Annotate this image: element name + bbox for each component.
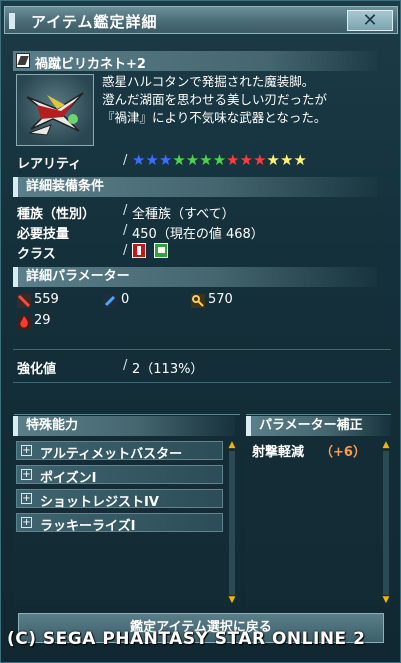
ability-item[interactable]: + ラッキーライズI bbox=[16, 513, 223, 534]
rarity-star-icon: ★ bbox=[239, 151, 254, 169]
hunter-class-icon bbox=[132, 243, 146, 258]
required-skill-value: 450（現在の値 468） bbox=[132, 227, 264, 242]
rarity-star-icon: ★ bbox=[266, 151, 280, 169]
description-line: 澄んだ湖面を思わせる美しい刃だったが bbox=[102, 92, 328, 107]
expand-icon: + bbox=[21, 517, 32, 528]
rarity-star-icon: ★ bbox=[172, 151, 186, 169]
requirements-section-title: 詳細装備条件 bbox=[13, 177, 377, 197]
melee-attack-icon bbox=[17, 293, 31, 308]
bonus-section-title: パラメーター補正 bbox=[246, 416, 391, 436]
description-line: 惑星ハルコタンで発掘された魔装脚。 bbox=[102, 74, 315, 89]
item-name: 禍蹴ビリカネト+2 bbox=[35, 57, 146, 72]
ranger-class-icon bbox=[154, 243, 168, 258]
abilities-scrollbar[interactable] bbox=[229, 451, 235, 595]
class-label: クラス bbox=[17, 247, 56, 262]
separator: / bbox=[123, 223, 128, 238]
melee-attack-value: 559 bbox=[34, 292, 59, 307]
ranged-attack-icon bbox=[103, 293, 117, 308]
title-bar: アイテム鑑定詳細 ✕ bbox=[4, 6, 398, 34]
rarity-label: レアリティ bbox=[17, 157, 82, 172]
ranged-attack-value: 0 bbox=[121, 292, 130, 307]
rarity-star-icon: ★ bbox=[132, 151, 146, 169]
description-line: 『禍津』により不気味な武器となった。 bbox=[102, 110, 327, 125]
abilities-section-title: 特殊能力 bbox=[13, 416, 235, 436]
expand-icon: + bbox=[21, 445, 32, 456]
scroll-up-arrow-icon[interactable]: ▲ bbox=[227, 441, 237, 450]
race-label: 種族（性別） bbox=[17, 207, 96, 222]
rarity-star-icon: ★ bbox=[158, 151, 173, 169]
ability-item[interactable]: + ショットレジストIV bbox=[16, 489, 223, 510]
ability-name: ポイズンI bbox=[40, 471, 97, 486]
grind-label: 強化値 bbox=[17, 362, 57, 377]
weapon-type-icon bbox=[16, 53, 30, 68]
separator: / bbox=[123, 358, 128, 373]
scroll-down-arrow-icon[interactable]: ▼ bbox=[381, 596, 391, 605]
expand-icon: + bbox=[21, 493, 32, 504]
item-appraisal-window: アイテム鑑定詳細 ✕ 禍蹴ビリカネト+2 惑星ハルコタンで発掘された魔装脚。 澄… bbox=[0, 0, 401, 663]
separator: / bbox=[123, 203, 128, 218]
element-value: 29 bbox=[34, 313, 51, 328]
rarity-star-icon: ★ bbox=[253, 151, 267, 169]
bonus-scrollbar[interactable] bbox=[383, 451, 389, 595]
rarity-star-icon: ★ bbox=[185, 151, 200, 169]
ability-item[interactable]: + アルティメットバスター bbox=[16, 441, 223, 462]
bonus-label: 射撃軽減 bbox=[252, 445, 305, 460]
ability-name: アルティメットバスター bbox=[40, 447, 183, 462]
dexterity-icon bbox=[191, 293, 205, 308]
grind-value: 2（113%） bbox=[132, 362, 204, 377]
item-description: 惑星ハルコタンで発掘された魔装脚。 澄んだ湖面を思わせる美しい刃だったが 『禍津… bbox=[102, 73, 392, 127]
rarity-star-icon: ★ bbox=[293, 151, 307, 169]
close-button[interactable]: ✕ bbox=[347, 10, 393, 31]
rarity-star-icon: ★ bbox=[226, 151, 240, 169]
rarity-star-icon: ★ bbox=[145, 151, 159, 169]
scroll-down-arrow-icon[interactable]: ▼ bbox=[227, 596, 237, 605]
rarity-star-icon: ★ bbox=[212, 151, 227, 169]
divider bbox=[13, 382, 391, 383]
separator: / bbox=[123, 243, 128, 258]
item-thumbnail-icon bbox=[16, 74, 94, 146]
scroll-up-arrow-icon[interactable]: ▲ bbox=[381, 441, 391, 450]
race-value: 全種族（すべて） bbox=[132, 207, 235, 222]
ability-name: ラッキーライズI bbox=[40, 519, 136, 534]
fire-element-icon bbox=[17, 314, 31, 329]
rarity-star-icon: ★ bbox=[199, 151, 213, 169]
expand-icon: + bbox=[21, 469, 32, 480]
bonus-value: （+6） bbox=[320, 445, 366, 460]
ability-name: ショットレジストIV bbox=[40, 495, 159, 510]
ability-item[interactable]: + ポイズンI bbox=[16, 465, 223, 486]
rarity-star-icon: ★ bbox=[279, 151, 294, 169]
separator: / bbox=[123, 153, 128, 168]
window-title: アイテム鑑定詳細 bbox=[31, 13, 158, 31]
dexterity-value: 570 bbox=[208, 292, 233, 307]
copyright-watermark: (C) SEGA PHANTASY STAR ONLINE 2 bbox=[7, 629, 366, 649]
divider bbox=[13, 349, 391, 350]
parameters-section-title: 詳細パラメーター bbox=[13, 267, 377, 287]
required-skill-label: 必要技量 bbox=[17, 227, 70, 242]
title-accent bbox=[9, 13, 15, 29]
rarity-stars: ★ ★ ★ ★ ★ ★ ★ ★ ★ ★ ★ ★ ★ bbox=[132, 152, 307, 168]
